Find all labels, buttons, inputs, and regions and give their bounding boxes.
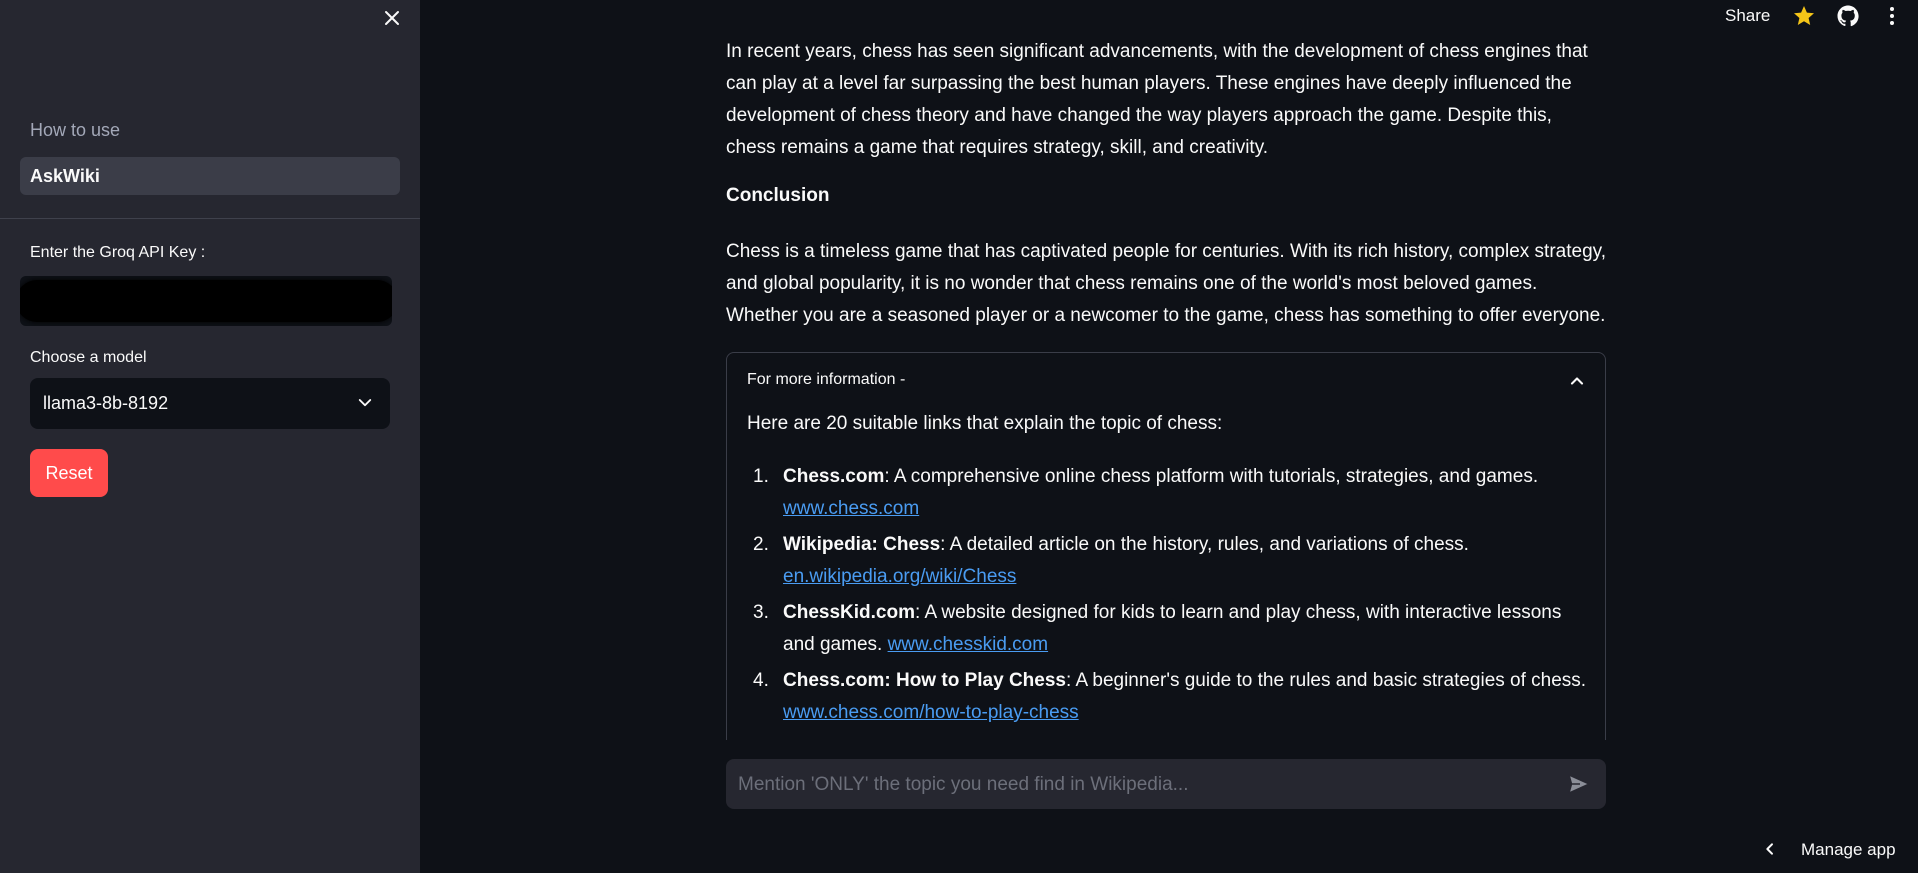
links-list: 1. Chess.com: A comprehensive online che…	[747, 461, 1587, 733]
link[interactable]: www.chess.com/how-to-play-chess	[783, 702, 1079, 723]
expander-intro: Here are 20 suitable links that explain …	[747, 413, 1223, 434]
more-vertical-icon	[1890, 7, 1894, 25]
send-icon[interactable]	[1566, 772, 1592, 796]
conclusion-paragraph: Chess is a timeless game that has captiv…	[726, 241, 1606, 326]
chevron-left-icon[interactable]	[1762, 841, 1778, 857]
list-number: 2.	[753, 534, 769, 555]
sidebar-how-to-use[interactable]: How to use	[30, 120, 120, 141]
link[interactable]: en.wikipedia.org/wiki/Chess	[783, 566, 1016, 587]
list-number: 3.	[753, 602, 769, 623]
main-menu-button[interactable]	[1880, 4, 1904, 28]
chevron-down-icon	[358, 399, 372, 407]
api-key-label: Enter the Groq API Key :	[30, 244, 206, 261]
expander-title[interactable]: For more information -	[747, 371, 905, 389]
list-item-text: : A comprehensive online chess platform …	[884, 466, 1539, 487]
list-item-title: Chess.com: How to Play Chess	[783, 670, 1066, 691]
list-item: 3. ChessKid.com: A website designed for …	[747, 597, 1587, 661]
link[interactable]: www.chesskid.com	[888, 634, 1049, 655]
sidebar-item-askwiki[interactable]: AskWiki	[20, 157, 400, 195]
model-select[interactable]: llama3-8b-8192	[30, 378, 390, 429]
star-icon	[1794, 6, 1814, 25]
list-item-title: Wikipedia: Chess	[783, 534, 941, 555]
list-item: 1. Chess.com: A comprehensive online che…	[747, 461, 1587, 525]
link[interactable]: www.chess.com	[783, 498, 919, 519]
sidebar-divider	[0, 218, 420, 219]
model-label: Choose a model	[30, 349, 147, 366]
chat-input[interactable]	[736, 759, 1540, 811]
list-item-text: : A beginner's guide to the rules and ba…	[1065, 670, 1587, 691]
response-paragraph: In recent years, chess has seen signific…	[726, 41, 1588, 158]
chevron-up-icon[interactable]	[1567, 371, 1587, 391]
model-select-value: llama3-8b-8192	[43, 393, 169, 413]
list-item: 4. Chess.com: How to Play Chess: A begin…	[747, 665, 1587, 729]
list-item-title: ChessKid.com	[783, 602, 915, 623]
star-button[interactable]	[1792, 4, 1816, 28]
more-info-expander: For more information - Here are 20 suita…	[726, 352, 1606, 740]
list-item-title: Chess.com	[783, 466, 885, 487]
list-item: 2. Wikipedia: Chess: A detailed article …	[747, 529, 1587, 593]
list-number: 4.	[753, 670, 769, 691]
chat-input-container	[726, 759, 1606, 811]
api-key-input[interactable]	[20, 276, 392, 326]
list-number: 1.	[753, 466, 769, 487]
redacted-value	[20, 280, 392, 322]
main-content: In recent years, chess has seen signific…	[726, 0, 1606, 740]
github-button[interactable]	[1836, 4, 1860, 28]
list-item-text: : A detailed article on the history, rul…	[940, 534, 1469, 555]
close-sidebar-button[interactable]	[380, 6, 404, 30]
sidebar: How to use AskWiki Enter the Groq API Ke…	[0, 0, 420, 873]
share-button[interactable]: Share	[1725, 6, 1770, 26]
reset-button[interactable]: Reset	[30, 449, 108, 497]
manage-app-button[interactable]: Manage app	[1801, 840, 1896, 860]
conclusion-heading: Conclusion	[726, 185, 830, 206]
close-icon	[385, 11, 399, 25]
github-icon	[1837, 5, 1859, 27]
